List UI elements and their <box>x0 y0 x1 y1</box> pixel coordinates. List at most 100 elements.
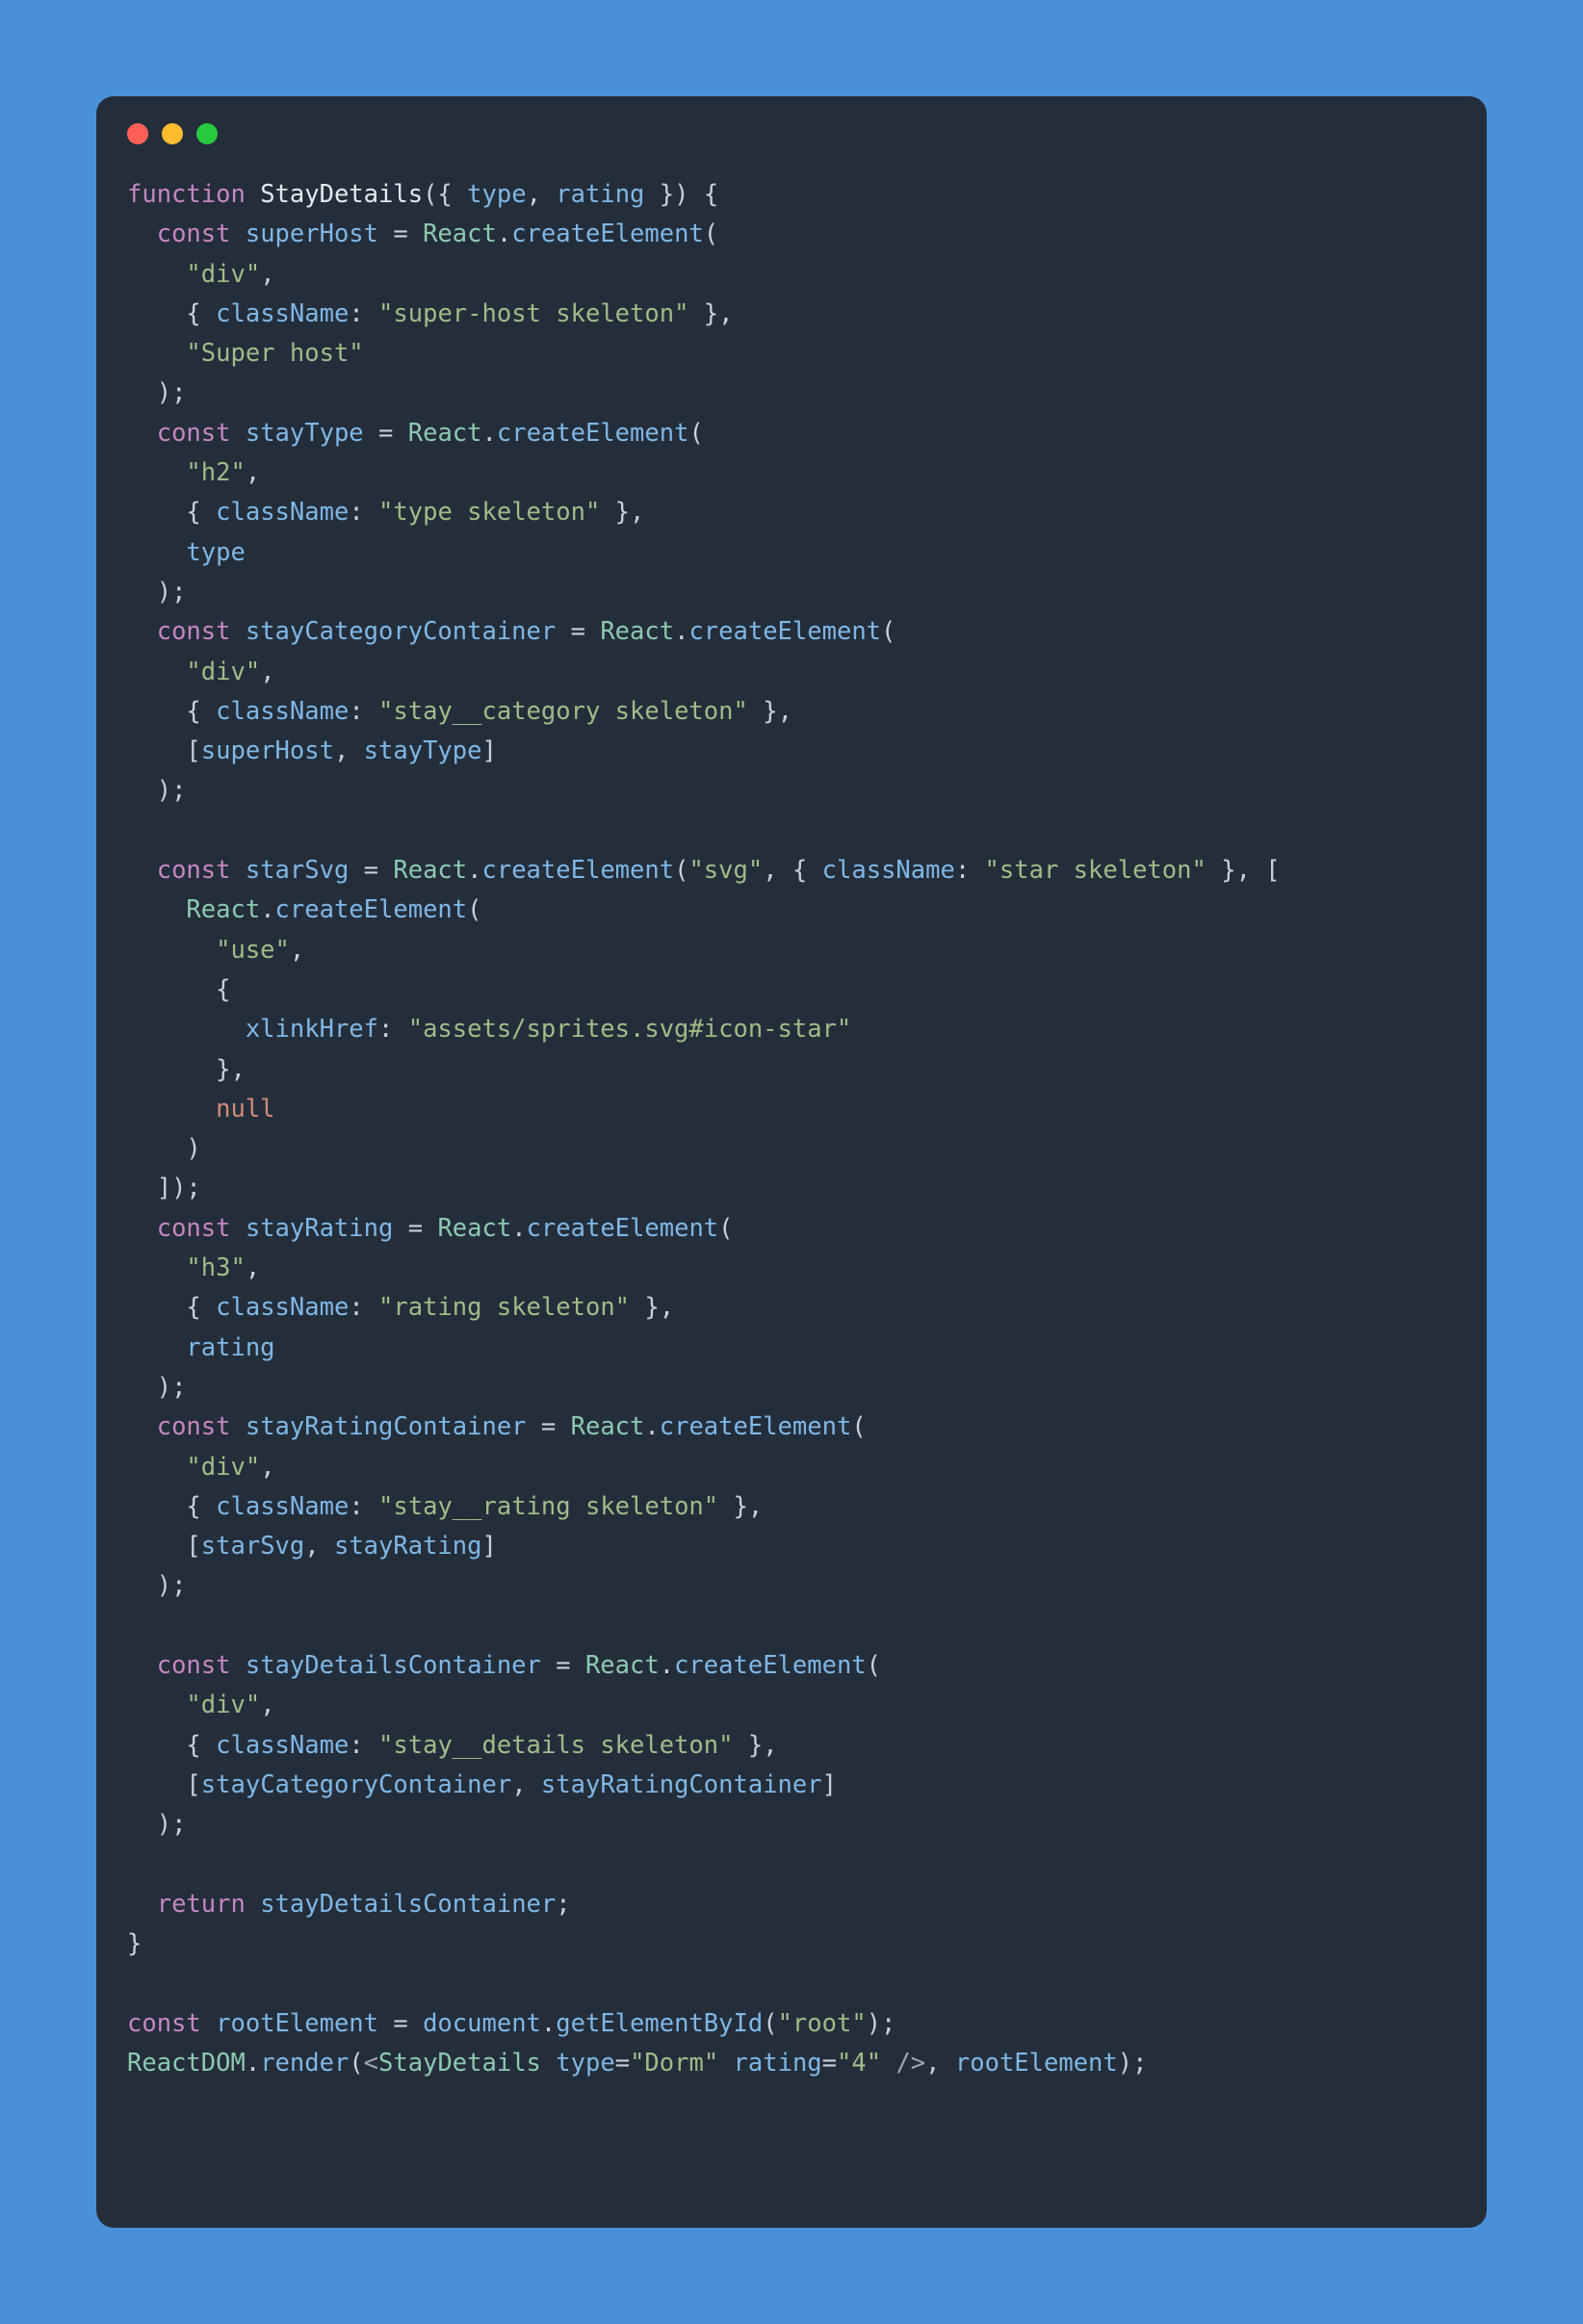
token-string: "svg" <box>688 856 763 885</box>
token-punc: , <box>246 458 260 487</box>
token-angle: /> <box>895 2049 925 2078</box>
token-punc: ]); <box>157 1174 201 1202</box>
token-colon: : <box>349 1731 378 1760</box>
token-param: type <box>467 180 526 209</box>
indent <box>127 1770 186 1799</box>
token-var: superHost <box>246 219 378 248</box>
token-keyword: const <box>157 1651 231 1680</box>
token-string: "stay__details skeleton" <box>378 1731 733 1760</box>
token-punc: , <box>260 658 274 686</box>
token-bracket: [ <box>186 736 200 765</box>
space <box>230 1412 245 1441</box>
space <box>230 617 245 646</box>
indent <box>127 458 186 487</box>
space <box>541 2049 556 2078</box>
indent <box>127 419 157 448</box>
token-punc: ( <box>718 1214 733 1243</box>
token-dot: . <box>511 1214 526 1243</box>
token-prop: className <box>822 856 955 885</box>
token-var: stayRatingContainer <box>541 1770 822 1799</box>
token-colon: : <box>955 856 985 885</box>
token-punc: ); <box>157 776 187 805</box>
indent <box>127 1055 216 1084</box>
token-colon: : <box>349 697 378 726</box>
token-string: "div" <box>186 1453 260 1482</box>
token-colon: : <box>349 299 378 328</box>
code-block: function StayDetails({ type, rating }) {… <box>96 144 1487 2114</box>
indent <box>127 1253 186 1282</box>
token-eq: = <box>615 2049 630 2078</box>
token-op: = <box>556 617 600 646</box>
token-punc: , <box>763 856 792 885</box>
token-brace: { <box>186 1731 216 1760</box>
token-colon: : <box>349 498 378 527</box>
token-dot: . <box>644 1412 659 1441</box>
token-string: "stay__category skeleton" <box>378 697 748 726</box>
token-string: "div" <box>186 260 260 289</box>
token-var: starSvg <box>201 1532 304 1561</box>
token-op: = <box>378 2009 423 2038</box>
token-op: = <box>393 1214 437 1243</box>
token-op: = <box>378 219 423 248</box>
indent <box>127 578 157 607</box>
token-bracket: ] <box>482 1532 497 1561</box>
token-string: "Dorm" <box>630 2049 718 2078</box>
token-method: getElementById <box>556 2009 763 2038</box>
token-punc: ); <box>157 1810 187 1839</box>
token-string: "h3" <box>186 1253 245 1282</box>
indent <box>127 1174 157 1202</box>
token-brace: { <box>186 498 216 527</box>
space <box>230 1651 245 1680</box>
indent <box>127 658 186 686</box>
minimize-icon[interactable] <box>162 123 183 144</box>
token-punc: ( <box>867 1651 881 1680</box>
token-brace: } <box>630 1293 660 1322</box>
maximize-icon[interactable] <box>196 123 218 144</box>
token-string: "stay__rating skeleton" <box>378 1492 718 1521</box>
token-punc: ( <box>763 2009 777 2038</box>
token-dot: . <box>246 2049 260 2078</box>
indent <box>127 1214 157 1243</box>
token-keyword: const <box>157 1412 231 1441</box>
space <box>718 2049 733 2078</box>
space <box>201 2009 216 2038</box>
token-punc: , <box>260 260 274 289</box>
token-punc: ({ <box>423 180 467 209</box>
token-class: React <box>571 1412 645 1441</box>
indent <box>127 1333 186 1362</box>
token-punc: ( <box>688 419 703 448</box>
token-brace: } <box>216 1055 230 1084</box>
token-bracket: [ <box>186 1532 200 1561</box>
indent <box>127 776 157 805</box>
window-titlebar <box>96 96 1487 144</box>
token-op: = <box>541 1651 585 1680</box>
token-string: "use" <box>216 936 290 965</box>
token-punc: , <box>527 180 557 209</box>
token-prop: className <box>216 498 349 527</box>
token-punc: }) { <box>644 180 718 209</box>
token-prop: className <box>216 1492 349 1521</box>
token-method: createElement <box>511 219 704 248</box>
token-punc: , <box>778 697 792 726</box>
token-method: createElement <box>674 1651 867 1680</box>
token-op: = <box>349 856 393 885</box>
indent <box>127 975 216 1004</box>
token-punc: ); <box>157 1571 187 1600</box>
token-punc: , [ <box>1236 856 1281 885</box>
token-class: React <box>600 617 674 646</box>
indent <box>127 1492 186 1521</box>
indent <box>127 1134 186 1163</box>
close-icon[interactable] <box>127 123 148 144</box>
token-var: stayRatingContainer <box>246 1412 527 1441</box>
space <box>230 1214 245 1243</box>
token-punc: ( <box>467 895 481 924</box>
token-prop: className <box>216 697 349 726</box>
token-brace: } <box>734 1731 764 1760</box>
token-keyword: const <box>157 617 231 646</box>
token-brace: { <box>186 1492 216 1521</box>
space <box>230 419 245 448</box>
token-var: stayDetailsContainer <box>260 1890 556 1919</box>
indent <box>127 1571 157 1600</box>
token-brace: } <box>748 697 778 726</box>
token-op: = <box>527 1412 571 1441</box>
